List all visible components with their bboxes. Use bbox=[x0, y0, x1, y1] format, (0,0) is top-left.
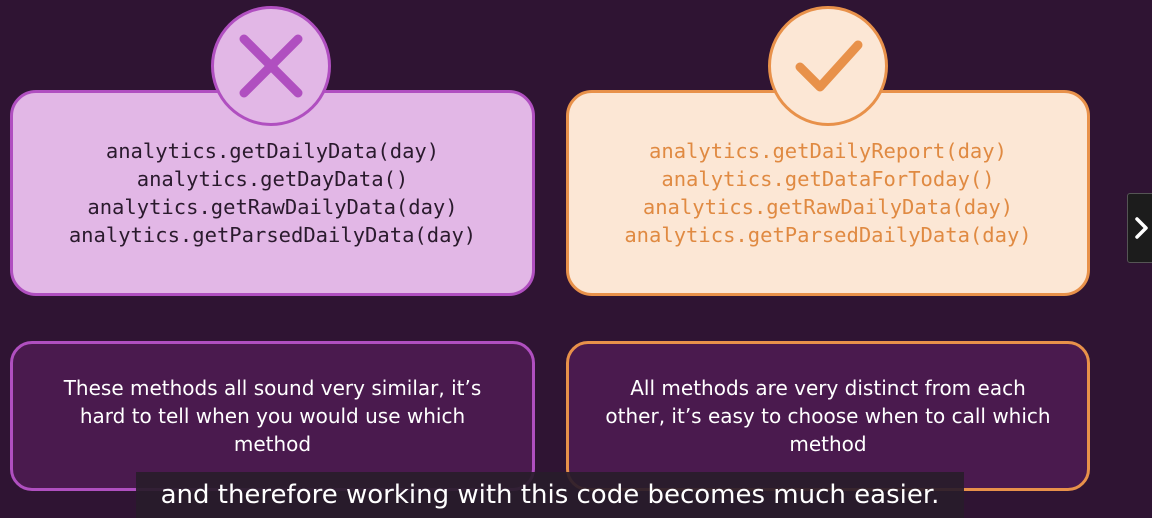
bad-code-line: analytics.getParsedDailyData(day) bbox=[68, 223, 477, 247]
good-description-text: All methods are very distinct from each … bbox=[605, 376, 1051, 456]
x-mark-badge bbox=[211, 6, 331, 126]
good-code-line: analytics.getDailyReport(day) bbox=[649, 139, 1007, 163]
bad-description-box: These methods all sound very similar, it… bbox=[10, 341, 535, 491]
x-mark-icon bbox=[239, 34, 303, 98]
good-code-line: analytics.getParsedDailyData(day) bbox=[624, 223, 1032, 247]
chevron-right-icon bbox=[1135, 217, 1148, 239]
good-code-line: analytics.getRawDailyData(day) bbox=[642, 195, 1014, 219]
video-subtitle: and therefore working with this code bec… bbox=[136, 472, 964, 518]
bad-description-text: These methods all sound very similar, it… bbox=[63, 376, 482, 456]
good-description-box: All methods are very distinct from each … bbox=[566, 341, 1090, 491]
bad-code-line: analytics.getDayData() bbox=[136, 167, 409, 191]
checkmark-icon bbox=[795, 40, 863, 92]
next-slide-button[interactable] bbox=[1127, 193, 1152, 263]
bad-code-line: analytics.getRawDailyData(day) bbox=[87, 195, 458, 219]
checkmark-badge bbox=[768, 6, 888, 126]
good-code-line: analytics.getDataForToday() bbox=[661, 167, 995, 191]
bad-code-line: analytics.getDailyData(day) bbox=[105, 139, 440, 163]
